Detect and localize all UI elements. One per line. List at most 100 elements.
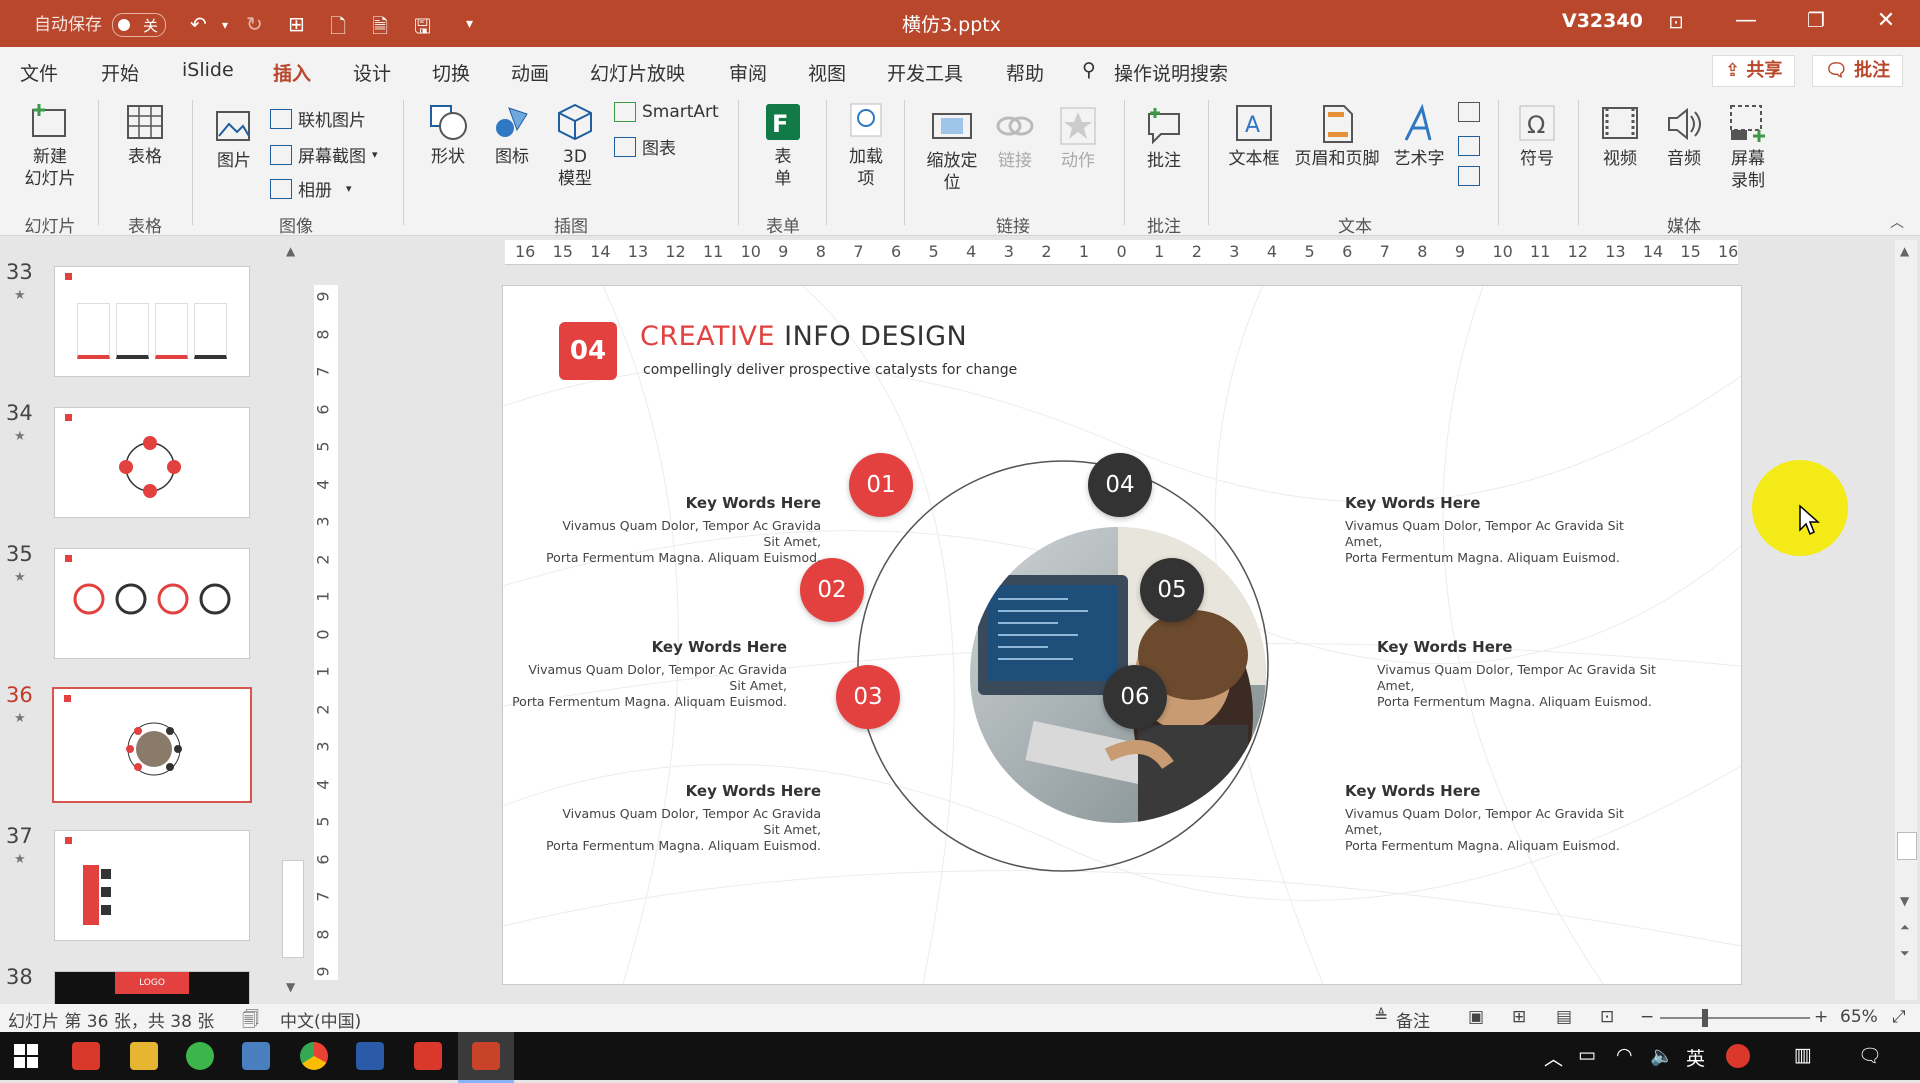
present-from-start-icon[interactable]: ⊞: [288, 12, 305, 36]
zoom-slider-handle[interactable]: [1702, 1009, 1708, 1027]
tab-slideshow[interactable]: 幻灯片放映: [590, 59, 685, 86]
scroll-up-icon[interactable]: ▲: [1900, 244, 1909, 258]
zoom-level[interactable]: 65%: [1840, 1007, 1878, 1027]
icons-button[interactable]: 图标: [484, 102, 540, 168]
forms-button[interactable]: F 表 单: [754, 102, 812, 190]
online-pictures-button[interactable]: 联机图片: [270, 106, 366, 131]
album-button[interactable]: 相册 ▾: [270, 176, 352, 201]
header-footer-button[interactable]: 页眉和页脚: [1290, 104, 1384, 170]
tell-me-search[interactable]: 操作说明搜索: [1114, 59, 1228, 86]
tab-view[interactable]: 视图: [808, 59, 846, 86]
slide-thumbnail[interactable]: LOGO: [54, 971, 250, 1005]
tab-help[interactable]: 帮助: [1006, 59, 1044, 86]
video-button[interactable]: 视频: [1592, 104, 1648, 170]
tab-animations[interactable]: 动画: [511, 59, 549, 86]
scroll-down-icon[interactable]: ▼: [1900, 894, 1909, 908]
comments-button[interactable]: 🗨 批注: [1812, 55, 1904, 87]
wordart-button[interactable]: 艺术字: [1386, 104, 1452, 170]
wifi-icon[interactable]: ◠: [1616, 1044, 1633, 1066]
normal-view-icon[interactable]: ▣: [1468, 1007, 1484, 1027]
notes-button[interactable]: 备注: [1396, 1007, 1430, 1032]
zoom-button[interactable]: 缩放定 位: [920, 106, 984, 194]
close-icon[interactable]: ✕: [1866, 8, 1906, 33]
scroll-down-icon[interactable]: ▼: [286, 980, 295, 994]
zoom-out-icon[interactable]: −: [1640, 1007, 1654, 1027]
chrome-icon[interactable]: [300, 1042, 328, 1070]
ime-indicator[interactable]: 英: [1686, 1044, 1705, 1071]
chart-button[interactable]: 图表: [614, 134, 676, 159]
collapse-ribbon-icon[interactable]: ︿: [1890, 212, 1904, 232]
smartart-button[interactable]: SmartArt: [614, 102, 719, 122]
save-icon[interactable]: 🖫: [414, 12, 431, 46]
screen-recording-button[interactable]: 屏幕 录制: [1720, 104, 1776, 192]
app-m-icon[interactable]: [356, 1042, 384, 1070]
sogou-input-icon[interactable]: [1726, 1044, 1750, 1068]
tab-insert[interactable]: 插入: [273, 59, 312, 95]
notes-icon[interactable]: ≜: [1374, 1007, 1388, 1027]
slide-thumbnail[interactable]: [54, 548, 250, 659]
new-slide-button[interactable]: 新建 幻灯片: [18, 102, 82, 190]
task-view-icon[interactable]: ▥: [1794, 1044, 1812, 1066]
file-explorer-icon[interactable]: [130, 1042, 158, 1070]
audio-button[interactable]: 音频: [1656, 104, 1712, 170]
search-icon[interactable]: ⚲: [1082, 59, 1096, 81]
tab-review[interactable]: 审阅: [729, 59, 767, 86]
tab-developer[interactable]: 开发工具: [887, 59, 963, 86]
print-preview-icon[interactable]: 🗎: [372, 12, 388, 46]
symbol-button[interactable]: Ω 符号: [1512, 104, 1562, 170]
zoom-slider[interactable]: [1660, 1017, 1810, 1019]
slideshow-view-icon[interactable]: ⊡: [1600, 1007, 1614, 1027]
slide-thumbnail-selected[interactable]: [52, 687, 252, 803]
action-button[interactable]: 动作: [1050, 106, 1106, 172]
shapes-button[interactable]: 形状: [418, 102, 478, 168]
table-button[interactable]: 表格: [112, 102, 178, 168]
reading-view-icon[interactable]: ▤: [1556, 1007, 1572, 1027]
customize-toolbar-icon[interactable]: ▾: [466, 16, 473, 32]
new-file-icon[interactable]: 🗋: [330, 12, 346, 46]
slide-thumbnail[interactable]: [54, 266, 250, 377]
picture-button[interactable]: 图片: [206, 106, 262, 172]
language-indicator[interactable]: 中文(中国): [280, 1007, 361, 1032]
ribbon-display-icon[interactable]: ⊡: [1656, 12, 1696, 33]
restore-icon[interactable]: ❐: [1796, 8, 1836, 32]
slide-canvas[interactable]: 04 CREATIVE INFO DESIGN compellingly del…: [502, 285, 1742, 985]
slide-scrollbar[interactable]: ▲ ▼ ⏶ ⏷: [1895, 240, 1917, 1000]
scroll-up-icon[interactable]: ▲: [286, 244, 295, 258]
slide-scroll-thumb[interactable]: [1897, 832, 1917, 860]
object-button[interactable]: [1456, 166, 1482, 186]
slide-number-button[interactable]: [1456, 136, 1482, 156]
3d-models-button[interactable]: 3D 模型: [546, 102, 604, 190]
share-button[interactable]: ⇪ 共享: [1712, 55, 1796, 87]
date-time-button[interactable]: [1456, 102, 1482, 130]
tab-file[interactable]: 文件: [20, 59, 58, 86]
browser-green-icon[interactable]: [186, 1042, 214, 1070]
notification-icon[interactable]: 🗨: [1858, 1044, 1882, 1067]
tab-design[interactable]: 设计: [353, 59, 391, 86]
minimize-icon[interactable]: —: [1726, 8, 1766, 33]
screenshot-button[interactable]: 屏幕截图 ▾: [270, 142, 378, 167]
redo-icon[interactable]: ↻: [246, 12, 263, 36]
app-c-icon[interactable]: [72, 1042, 100, 1070]
previous-slide-icon[interactable]: ⏶: [1900, 920, 1910, 935]
tab-transitions[interactable]: 切换: [432, 59, 470, 86]
tab-islide[interactable]: iSlide: [182, 59, 234, 81]
user-name[interactable]: V32340: [1562, 10, 1643, 32]
zoom-in-icon[interactable]: +: [1814, 1007, 1828, 1027]
volume-icon[interactable]: 🔈: [1650, 1044, 1674, 1067]
new-comment-button[interactable]: 批注: [1136, 106, 1192, 172]
textbox-button[interactable]: A 文本框: [1222, 104, 1286, 170]
windows-start-icon[interactable]: [14, 1044, 38, 1068]
addins-button[interactable]: 加载 项: [838, 102, 894, 190]
slide-sorter-icon[interactable]: ⊞: [1512, 1007, 1526, 1027]
recorder-icon[interactable]: [414, 1042, 442, 1070]
thumbnail-scroll-thumb[interactable]: [282, 860, 304, 958]
tray-expand-icon[interactable]: ︿: [1544, 1044, 1563, 1071]
autosave-toggle[interactable]: 关: [112, 13, 166, 37]
next-slide-icon[interactable]: ⏷: [1900, 946, 1910, 961]
fit-to-window-icon[interactable]: ⤢: [1892, 1007, 1906, 1027]
powerpoint-taskbar-item[interactable]: [458, 1032, 514, 1083]
link-button[interactable]: 链接: [990, 106, 1040, 172]
undo-dropdown-icon[interactable]: ▾: [222, 18, 228, 32]
undo-icon[interactable]: ↶: [190, 12, 207, 36]
tab-home[interactable]: 开始: [101, 59, 139, 86]
